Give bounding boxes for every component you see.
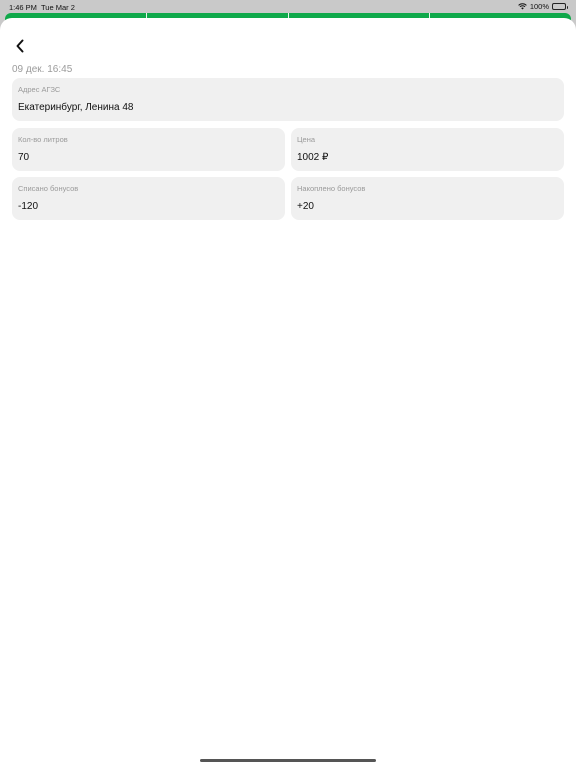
- bonus-spent-value: -120: [18, 201, 39, 212]
- liters-card: Кол-во литров 70: [12, 128, 285, 171]
- price-label: Цена: [297, 135, 316, 144]
- status-time: 1:46 PM: [9, 3, 37, 12]
- transaction-datetime: 09 дек. 16:45: [12, 64, 73, 75]
- battery-icon: [552, 3, 568, 10]
- address-card: Адрес АГЗС Екатеринбург, Ленина 48: [12, 78, 564, 121]
- liters-label: Кол-во литров: [18, 135, 68, 144]
- status-date: Tue Mar 2: [41, 3, 75, 12]
- price-card: Цена 1002 ₽: [291, 128, 564, 171]
- status-bar: 1:46 PM Tue Mar 2 100%: [0, 0, 576, 14]
- bonus-earned-value: +20: [297, 201, 314, 212]
- address-label: Адрес АГЗС: [18, 85, 61, 94]
- wifi-icon: [518, 3, 527, 10]
- address-value: Екатеринбург, Ленина 48: [18, 102, 134, 113]
- battery-percent: 100%: [529, 2, 549, 11]
- liters-value: 70: [18, 152, 30, 163]
- status-indicators: 100%: [518, 2, 568, 11]
- back-button[interactable]: [11, 37, 29, 55]
- home-indicator[interactable]: [200, 759, 376, 762]
- chevron-left-icon: [16, 39, 24, 53]
- bonus-earned-label: Накоплено бонусов: [297, 184, 366, 193]
- bonus-spent-label: Списано бонусов: [18, 184, 79, 193]
- bonus-spent-card: Списано бонусов -120: [12, 177, 285, 220]
- price-value: 1002 ₽: [297, 152, 329, 163]
- transaction-detail-sheet: 09 дек. 16:45 Адрес АГЗС Екатеринбург, Л…: [0, 18, 576, 768]
- bonus-earned-card: Накоплено бонусов +20: [291, 177, 564, 220]
